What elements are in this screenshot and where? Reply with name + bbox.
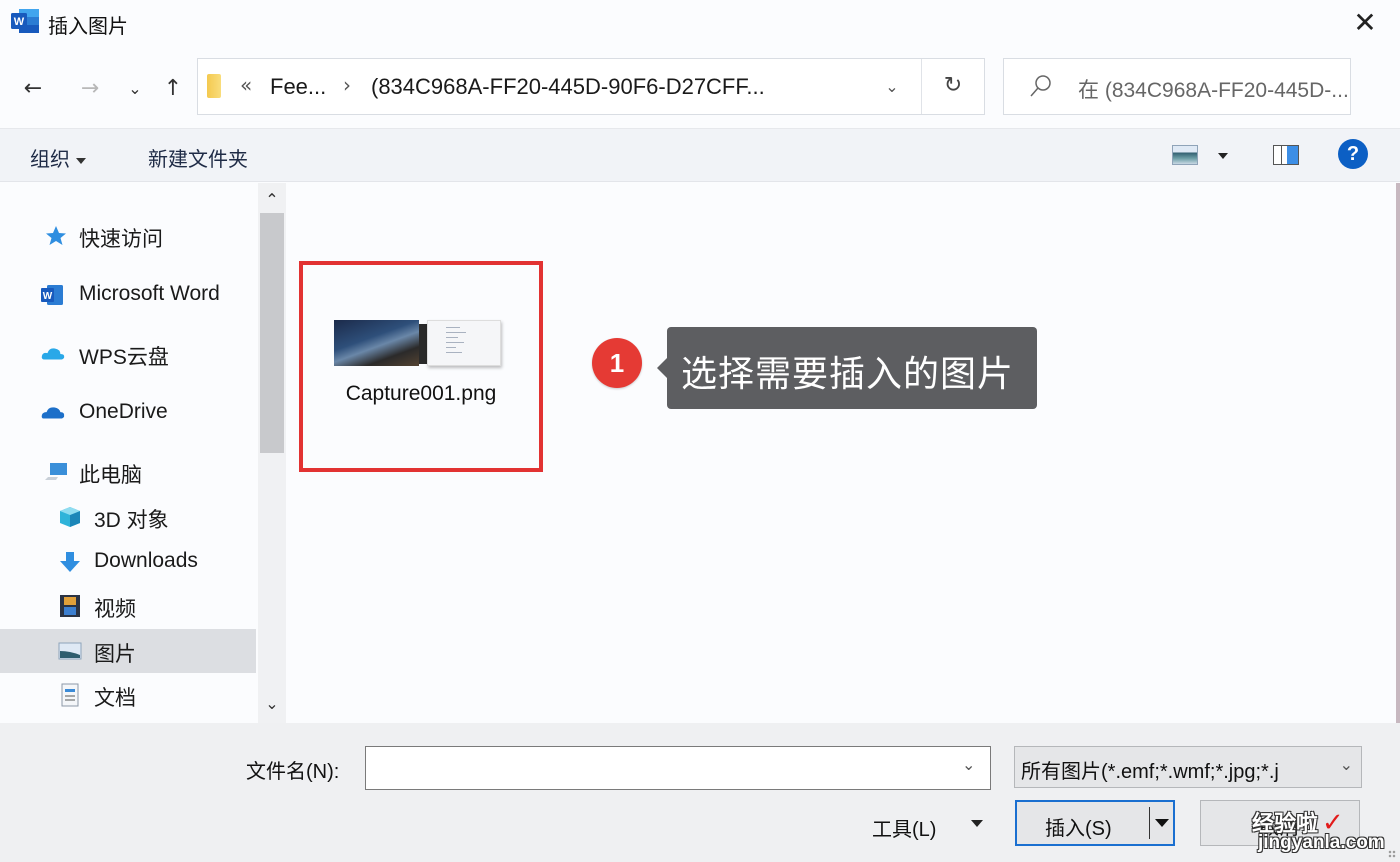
file-list-area: Capture001.png 1 选择需要插入的图片 <box>286 183 1348 723</box>
file-type-select[interactable]: 所有图片(*.emf;*.wmf;*.jpg;*.j ⌄ <box>1014 746 1362 788</box>
step-badge: 1 <box>592 338 642 388</box>
cloud-icon <box>41 348 65 360</box>
address-bar[interactable]: « Fee... › (834C968A-FF20-445D-90F6-D27C… <box>197 58 985 115</box>
forward-button[interactable]: → <box>75 74 105 104</box>
help-icon[interactable]: ? <box>1338 139 1368 169</box>
caret-down-icon <box>76 157 86 164</box>
breadcrumb-separator[interactable]: › <box>343 73 351 97</box>
scroll-up-button[interactable]: ⌃ <box>258 185 286 215</box>
insert-label: 插入(S) <box>1045 818 1112 840</box>
file-item[interactable]: Capture001.png <box>299 261 543 472</box>
sidebar-item-quick-access[interactable]: 快速访问 <box>0 214 256 258</box>
sidebar-item-label: OneDrive <box>79 400 168 423</box>
sidebar-item-documents[interactable]: 文档 <box>0 673 256 717</box>
preview-pane-icon[interactable] <box>1273 145 1299 165</box>
svg-text:W: W <box>43 291 53 302</box>
svg-text:W: W <box>14 16 25 28</box>
cube-icon <box>60 507 80 527</box>
sidebar-item-label: WPS云盘 <box>79 346 169 369</box>
filename-input[interactable] <box>365 746 991 790</box>
document-icon <box>61 683 79 707</box>
tools-caret-icon[interactable] <box>971 820 983 827</box>
sidebar-item-microsoft-word[interactable]: W Microsoft Word <box>0 273 256 317</box>
pictures-icon <box>58 642 82 660</box>
new-folder-button[interactable]: 新建文件夹 <box>148 143 248 172</box>
star-icon <box>46 226 66 245</box>
file-name: Capture001.png <box>345 382 497 405</box>
folder-icon <box>207 74 221 98</box>
search-placeholder: 在 (834C968A-FF20-445D-... <box>1078 79 1349 102</box>
command-toolbar: 组织 新建文件夹 ? <box>0 128 1400 182</box>
computer-icon <box>45 463 67 480</box>
insert-options-caret-icon[interactable] <box>1155 819 1169 827</box>
sidebar-item-label: 此电脑 <box>79 464 142 487</box>
refresh-button[interactable]: ↻ <box>938 71 968 101</box>
image-thumbnail <box>334 320 501 366</box>
search-input[interactable]: 在 (834C968A-FF20-445D-... <box>1003 58 1351 115</box>
breadcrumb-item[interactable]: (834C968A-FF20-445D-90F6-D27CFF... <box>371 74 765 100</box>
chevron-down-icon: ⌄ <box>1339 755 1353 774</box>
sidebar-scrollbar[interactable]: ⌃ ⌄ <box>258 183 286 723</box>
sidebar-item-wps-cloud[interactable]: WPS云盘 <box>0 332 256 376</box>
scrollbar-thumb[interactable] <box>260 213 284 453</box>
split-divider <box>1149 807 1150 839</box>
chevron-down-icon[interactable]: ⌄ <box>962 755 975 774</box>
file-selection-panel: 文件名(N): ⌄ 所有图片(*.emf;*.wmf;*.jpg;*.j ⌄ 工… <box>0 723 1400 862</box>
filename-label: 文件名(N): <box>246 761 340 783</box>
resize-grip[interactable] <box>1388 850 1396 858</box>
scroll-down-button[interactable]: ⌄ <box>258 689 286 719</box>
divider <box>921 59 922 114</box>
word-icon: W <box>11 9 39 33</box>
insert-button[interactable]: 插入(S) <box>1015 800 1175 846</box>
view-options-caret-icon[interactable] <box>1218 153 1228 159</box>
sidebar-item-label: 文档 <box>94 687 136 710</box>
sidebar-item-this-pc[interactable]: 此电脑 <box>0 450 256 494</box>
sidebar-item-onedrive[interactable]: OneDrive <box>0 391 256 435</box>
organize-button[interactable]: 组织 <box>30 143 86 172</box>
window-title: 插入图片 <box>48 16 128 38</box>
annotation-text: 选择需要插入的图片 <box>681 353 1015 394</box>
sidebar-item-label: Microsoft Word <box>79 282 220 305</box>
chevron-down-icon[interactable]: ⌄ <box>878 73 906 101</box>
download-icon <box>60 552 80 572</box>
word-icon: W <box>41 285 63 305</box>
sidebar-item-downloads[interactable]: Downloads <box>0 540 256 584</box>
sidebar-item-label: 图片 <box>94 643 136 666</box>
video-icon <box>60 595 80 617</box>
annotation-callout: 选择需要插入的图片 <box>657 327 1037 409</box>
title-bar: W 插入图片 ✕ <box>0 0 1400 46</box>
sidebar-item-label: 视频 <box>94 598 136 621</box>
sidebar-item-videos[interactable]: 视频 <box>0 584 256 628</box>
thumbnail-photo <box>334 320 419 366</box>
sidebar-item-label: Downloads <box>94 549 198 572</box>
thumbnail-document <box>427 320 501 366</box>
watermark-url: jingyanla.com <box>1258 832 1385 853</box>
recent-locations-button[interactable]: ⌄ <box>120 74 150 104</box>
onedrive-icon <box>41 407 65 419</box>
breadcrumb-overflow[interactable]: « <box>240 73 252 97</box>
navigation-pane: 快速访问 W Microsoft Word WPS云盘 OneDrive 此电脑… <box>0 183 258 723</box>
back-button[interactable]: ← <box>18 74 48 104</box>
navigation-bar: ← → ⌄ ↑ « Fee... › (834C968A-FF20-445D-9… <box>0 46 1400 128</box>
breadcrumb-item[interactable]: Fee... <box>270 74 326 100</box>
tools-button[interactable]: 工具(L) <box>872 813 936 842</box>
sidebar-item-3d-objects[interactable]: 3D 对象 <box>0 495 256 539</box>
close-button[interactable]: ✕ <box>1348 6 1382 40</box>
organize-label: 组织 <box>30 149 70 171</box>
window-border <box>1396 183 1400 723</box>
sidebar-item-label: 3D 对象 <box>94 509 169 532</box>
up-button[interactable]: ↑ <box>158 74 188 104</box>
sidebar-item-label: 快速访问 <box>79 228 163 251</box>
sidebar-item-pictures[interactable]: 图片 <box>0 629 256 673</box>
picture-view-icon[interactable] <box>1172 145 1198 165</box>
file-type-value: 所有图片(*.emf;*.wmf;*.jpg;*.j <box>1021 761 1279 783</box>
search-icon <box>1030 75 1051 97</box>
